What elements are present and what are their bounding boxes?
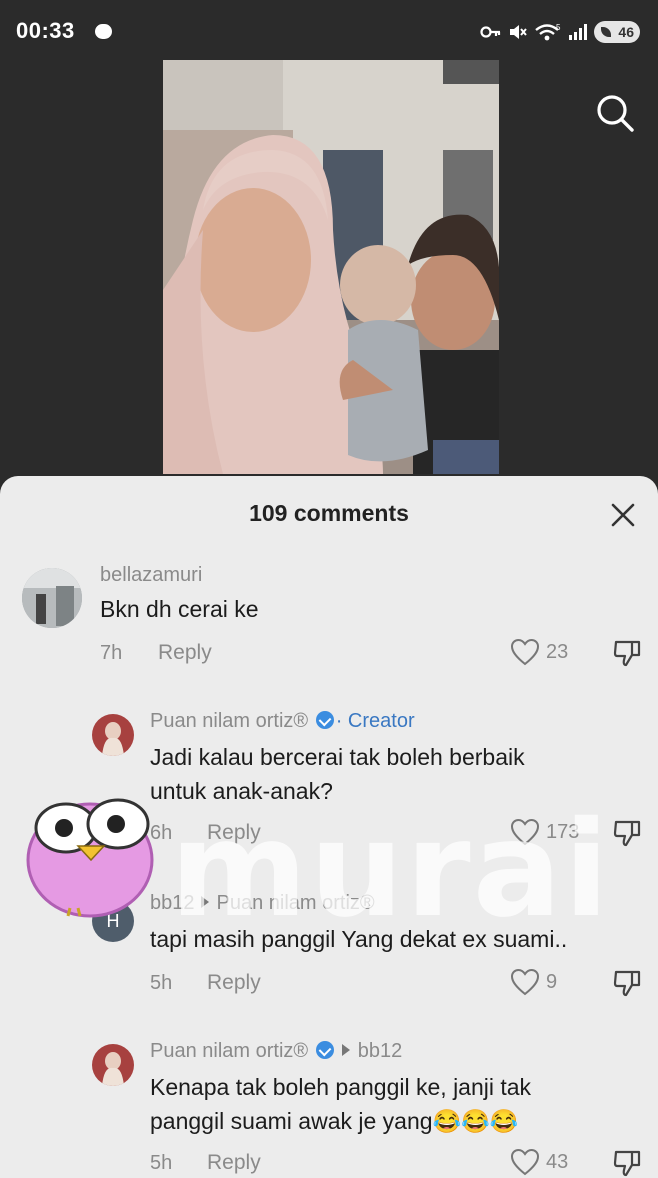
avatar[interactable]: H [92,900,134,942]
like-count: 173 [546,820,580,843]
notification-icon [95,24,112,39]
like-button[interactable]: 43 [510,1148,568,1176]
comment-item: H bb12 Puan nilam ortiz® tapi masih pangg… [0,888,658,1008]
avatar[interactable] [92,714,134,756]
key-icon [480,26,501,38]
comment-time: 7h [100,642,123,664]
verified-badge-icon [315,1041,334,1059]
svg-text:5: 5 [556,23,561,32]
screen: 00:33 5 46 109 comments bellazamuri Bkn … [0,0,658,1178]
leaf-icon [601,27,611,37]
search-icon[interactable] [592,90,638,136]
thumbs-down-icon[interactable] [612,968,642,998]
status-icons: 5 46 [480,20,640,44]
reply-to-username: Puan nilam ortiz® [216,892,375,914]
thumbs-down-icon[interactable] [612,1148,642,1178]
like-count: 9 [546,970,558,993]
comment-text: untuk anak-anak? [150,778,333,804]
like-button[interactable]: 23 [510,638,568,666]
wifi-icon: 5 [535,23,561,41]
verified-badge-icon [315,711,334,729]
heart-icon [510,638,540,666]
comment-text: Kenapa tak boleh panggil ke, janji tak [150,1074,532,1100]
comments-sheet: 109 comments bellazamuri Bkn dh cerai ke… [0,476,658,1178]
reply-button[interactable]: Reply [158,641,212,665]
comment-text: tapi masih panggil Yang dekat ex suami.. [150,926,568,952]
comment-time: 6h [150,822,173,844]
reply-arrow-icon [341,1044,350,1056]
comment-username[interactable]: bellazamuri [100,564,202,587]
comment-item: bellazamuri Bkn dh cerai ke 7h Reply 23 [0,560,658,680]
status-time: 00:33 [16,18,75,43]
username-text: Puan nilam ortiz® [150,710,309,732]
like-button[interactable]: 173 [510,818,579,846]
comment-time: 5h [150,972,173,994]
avatar[interactable] [22,568,82,628]
reply-arrow-icon [200,896,209,908]
reply-button[interactable]: Reply [207,821,261,845]
thumbs-down-icon[interactable] [612,818,642,848]
thumbs-down-icon[interactable] [612,638,642,668]
heart-icon [510,818,540,846]
username-text: Puan nilam ortiz® [150,1040,309,1062]
close-icon[interactable] [606,498,640,532]
like-button[interactable]: 9 [510,968,557,996]
comment-item: Puan nilam ortiz® · Creator Jadi kalau b… [0,706,658,856]
comment-text: Jadi kalau bercerai tak boleh berbaik [150,744,525,770]
battery-indicator: 46 [594,21,640,43]
video-player[interactable] [163,60,499,474]
heart-icon [510,968,540,996]
status-bar: 00:33 5 46 [0,0,658,62]
video-frame [163,60,499,474]
battery-level: 46 [618,24,634,40]
avatar-letter: H [106,910,120,931]
reply-button[interactable]: Reply [207,1151,261,1175]
creator-label: · Creator [335,710,415,732]
comment-time: 5h [150,1152,173,1174]
like-count: 23 [546,640,569,663]
comment-text: panggil suami awak je yang😂😂😂 [150,1108,519,1134]
heart-icon [510,1148,540,1176]
comments-count-title: 109 comments [249,500,409,526]
comment-text: Bkn dh cerai ke [100,596,259,622]
mute-icon [510,25,527,39]
comment-username[interactable]: Puan nilam ortiz® bb12 [150,1040,402,1063]
avatar[interactable] [92,1044,134,1086]
comment-item: Puan nilam ortiz® bb12 Kenapa tak boleh … [0,1036,658,1178]
comment-username[interactable]: Puan nilam ortiz® · Creator [150,710,415,733]
like-count: 43 [546,1150,569,1173]
signal-icon [569,24,587,40]
username-text: bb12 [150,892,195,914]
reply-button[interactable]: Reply [207,971,261,995]
reply-to-username: bb12 [357,1040,403,1062]
comment-username[interactable]: bb12 Puan nilam ortiz® [150,892,375,915]
